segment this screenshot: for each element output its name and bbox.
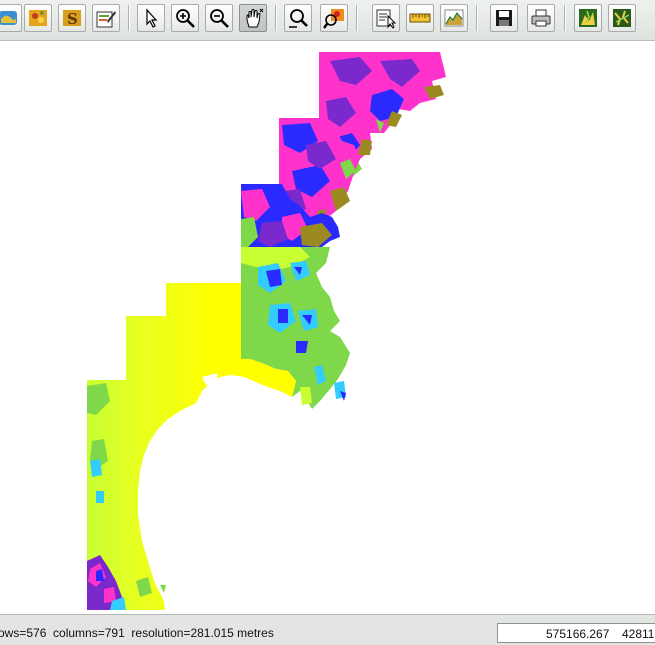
- redraw-map-button[interactable]: [608, 4, 636, 32]
- raster-layer-button[interactable]: [24, 4, 52, 32]
- identify-button[interactable]: [372, 4, 400, 32]
- raster-map: [87, 52, 446, 610]
- toolbar-separator: [128, 5, 130, 31]
- zoom-out-button[interactable]: [205, 4, 233, 32]
- zoom-in-button[interactable]: [171, 4, 199, 32]
- measure-ruler-button[interactable]: [406, 4, 434, 32]
- display-map-icon: [579, 9, 597, 27]
- zoom-in-icon: [176, 9, 195, 28]
- vector-layer-button[interactable]: S: [58, 4, 86, 32]
- redraw-map-icon: [613, 9, 631, 27]
- zoom-region-icon: [289, 9, 308, 28]
- vector-layer-icon: S: [63, 10, 81, 28]
- pan-button[interactable]: [239, 4, 267, 32]
- zoom-out-icon: [210, 9, 229, 28]
- query-raster-button[interactable]: [320, 4, 348, 32]
- edit-layer-icon: [96, 11, 116, 28]
- raster-tile-south-east: [241, 247, 350, 409]
- save-button[interactable]: [490, 4, 518, 32]
- toolbar-separator: [356, 5, 358, 31]
- raster-layer-icon: [29, 10, 47, 26]
- print-button[interactable]: [527, 4, 555, 32]
- globe-map-icon: [0, 11, 17, 25]
- display-map-button[interactable]: [574, 4, 602, 32]
- toolbar-separator: [476, 5, 478, 31]
- pan-hand-icon: [246, 8, 264, 28]
- save-icon: [496, 10, 512, 26]
- identify-icon: [376, 9, 397, 29]
- coordinate-x: 575166.267: [546, 627, 610, 641]
- profile-icon: [444, 9, 464, 27]
- profile-button[interactable]: [440, 4, 468, 32]
- coordinate-y: 4281159: [622, 627, 655, 641]
- print-icon: [531, 9, 551, 27]
- raster-info-text: rows=576 columns=791 resolution=281.015 …: [0, 626, 274, 640]
- toolbar-separator: [564, 5, 566, 31]
- status-bar: rows=576 columns=791 resolution=281.015 …: [0, 614, 655, 645]
- toolbar: S: [0, 0, 655, 41]
- query-raster-icon: [323, 9, 344, 29]
- svg-text:S: S: [67, 10, 78, 28]
- measure-ruler-icon: [409, 13, 431, 23]
- toolbar-separator: [275, 5, 277, 31]
- coordinate-readout: 575166.267 4281159: [497, 623, 655, 643]
- edit-layer-button[interactable]: [92, 4, 120, 32]
- zoom-region-button[interactable]: [284, 4, 312, 32]
- select-pointer-button[interactable]: [137, 4, 165, 32]
- map-canvas[interactable]: [0, 41, 655, 613]
- select-pointer-icon: [146, 8, 158, 28]
- globe-map-button[interactable]: [0, 4, 22, 32]
